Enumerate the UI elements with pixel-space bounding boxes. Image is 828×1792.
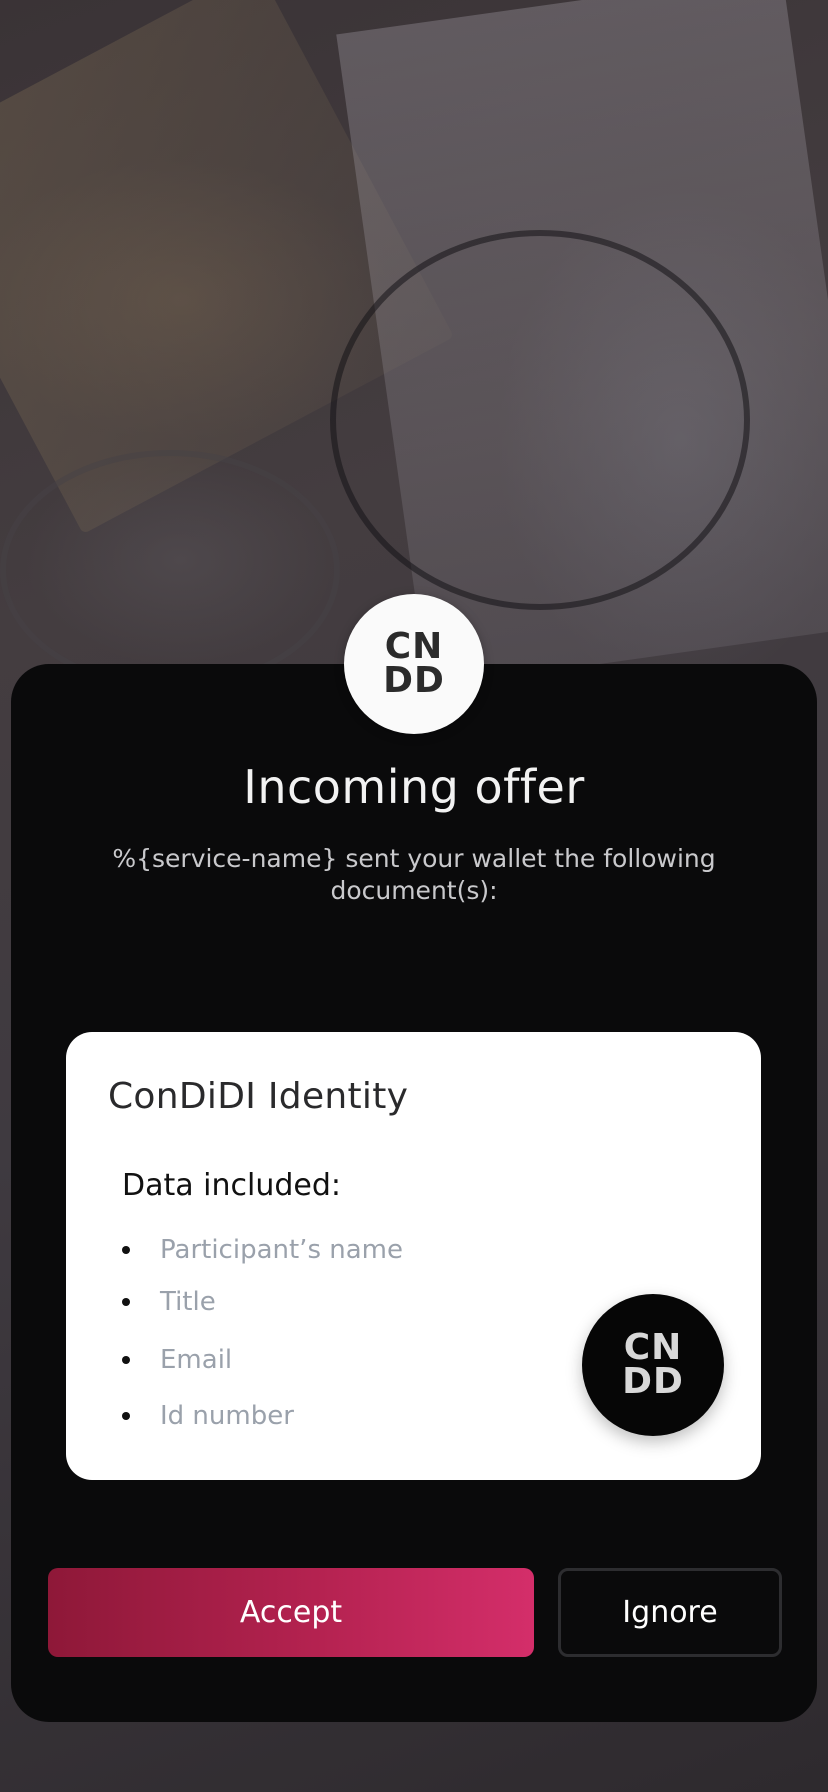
bullet-icon (122, 1246, 130, 1254)
bullet-icon (122, 1356, 130, 1364)
list-item: Title (122, 1284, 216, 1320)
logo-line-bottom: DD (622, 1361, 684, 1402)
accept-button[interactable]: Accept (48, 1568, 534, 1657)
list-item: Email (122, 1342, 232, 1378)
list-item-label: Email (160, 1345, 233, 1375)
background-cup-shape (0, 450, 340, 690)
offer-subtitle: %{service-name} sent your wallet the fol… (112, 844, 716, 905)
background-cable-shape (330, 230, 750, 610)
ignore-button[interactable]: Ignore (558, 1568, 782, 1657)
bullet-icon (122, 1412, 130, 1420)
logo-line-top: CN (384, 626, 444, 667)
data-included-heading: Data included: (122, 1168, 342, 1203)
list-item: Id number (122, 1398, 294, 1434)
list-item-label: Title (160, 1287, 216, 1317)
document-title: ConDiDI Identity (108, 1076, 409, 1117)
condidi-logo-icon: CN DD (344, 594, 484, 734)
list-item: Participant’s name (122, 1232, 403, 1268)
offer-title: Incoming offer (243, 760, 585, 814)
list-item-label: Participant’s name (160, 1235, 403, 1265)
document-card[interactable]: ConDiDI Identity Data included: Particip… (66, 1032, 761, 1480)
bullet-icon (122, 1298, 130, 1306)
logo-line-bottom: DD (383, 660, 445, 701)
condidi-logo-icon: CN DD (582, 1294, 724, 1436)
list-item-label: Id number (160, 1401, 294, 1431)
logo-line-top: CN (623, 1327, 683, 1368)
